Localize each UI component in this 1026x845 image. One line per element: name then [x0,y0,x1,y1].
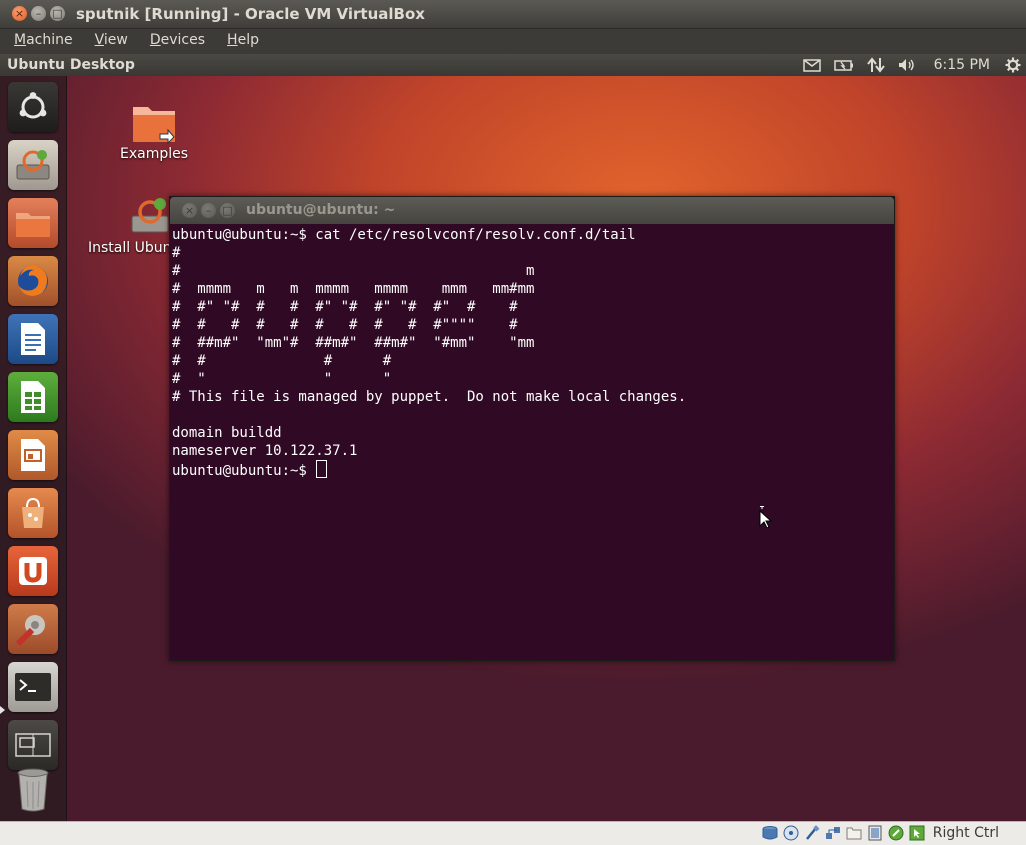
menu-machine-mnemonic: M [14,32,27,48]
terminal-titlebar[interactable]: × – □ ubuntu@ubuntu: ~ [170,197,894,224]
hard-disk-icon[interactable] [761,825,779,841]
mouse-integration-icon[interactable] [908,825,926,841]
terminal-line: ubuntu@ubuntu:~$ cat /etc/resolvconf/res… [172,227,636,243]
terminal-prompt: ubuntu@ubuntu:~$ [172,463,316,479]
terminal-icon[interactable] [8,662,58,712]
software-center-icon[interactable] [8,488,58,538]
desktop-icon-examples[interactable]: Examples [112,102,196,162]
terminal-line: # ##m#" "mm"# ##m#" ##m#" "#mm" "mm [172,335,535,351]
terminal-line: domain buildd [172,425,282,441]
menu-machine-label: achine [26,32,73,48]
system-settings-icon[interactable] [8,604,58,654]
host-window-title: sputnik [Running] - Oracle VM VirtualBox [76,5,425,23]
terminal-maximize-button[interactable]: □ [220,203,235,218]
optical-disk-icon[interactable] [782,825,800,841]
ubuntu-installer-icon[interactable] [8,140,58,190]
terminal-line: # " " " [172,371,392,387]
dash-home-icon[interactable] [8,82,58,132]
system-tray: 6:15 PM [796,54,1026,76]
host-window-controls: × – □ [12,6,65,21]
terminal-line: # m [172,263,535,279]
terminal-line: # # # # # # # # # #"""" # [172,317,518,333]
libreoffice-writer-icon[interactable] [8,314,58,364]
libreoffice-calc-icon[interactable] [8,372,58,422]
network-arrows-icon[interactable] [860,54,892,76]
video-capture-icon[interactable] [866,825,884,841]
menu-help-mnemonic: H [227,32,238,48]
host-status-icons [761,825,926,841]
menu-help[interactable]: Help [213,29,267,53]
terminal-line: nameserver 10.122.37.1 [172,443,358,459]
examples-folder-icon [112,102,196,146]
firefox-icon[interactable] [8,256,58,306]
mail-icon[interactable] [796,54,828,76]
trash-icon[interactable] [8,764,58,814]
libreoffice-impress-icon[interactable] [8,430,58,480]
host-minimize-button[interactable]: – [31,6,46,21]
battery-icon[interactable] [828,54,860,76]
terminal-minimize-button[interactable]: – [201,203,216,218]
launcher-active-indicator [0,706,5,714]
terminal-prompt-line[interactable]: ubuntu@ubuntu:~$ [172,460,890,480]
terminal-line: # [172,245,181,261]
terminal-output[interactable]: ubuntu@ubuntu:~$ cat /etc/resolvconf/res… [172,226,890,656]
panel-app-title: Ubuntu Desktop [7,57,135,73]
host-status-bar: Right Ctrl [0,821,1026,845]
host-titlebar: × – □ sputnik [Running] - Oracle VM Virt… [0,0,1026,29]
menu-view-mnemonic: V [94,32,104,48]
terminal-line: # This file is managed by puppet. Do not… [172,389,687,405]
mouse-pointer-icon [759,506,773,532]
host-maximize-button[interactable]: □ [50,6,65,21]
power-gear-icon[interactable] [1000,54,1026,76]
ubuntu-top-panel: Ubuntu Desktop 6:15 PM [0,54,1026,76]
usb-icon[interactable] [803,825,821,841]
panel-clock[interactable]: 6:15 PM [924,57,1000,73]
menu-devices-label: evices [160,32,206,48]
guest-display[interactable]: Ubuntu Desktop 6:15 PM Examples Install … [0,54,1026,821]
volume-icon[interactable] [892,54,924,76]
menu-devices[interactable]: Devices [136,29,213,53]
unity-launcher [0,76,67,821]
files-folder-icon[interactable] [8,198,58,248]
terminal-line: # #" "# # # #" "# #" "# #" # # [172,299,518,315]
host-menubar: Machine View Devices Help [0,29,1026,53]
terminal-close-button[interactable]: × [182,203,197,218]
terminal-line: # mmmm m m mmmm mmmm mmm mm#mm [172,281,535,297]
workspace-switcher-icon[interactable] [8,720,58,770]
network-icon[interactable] [824,825,842,841]
terminal-line: # # # # [172,353,392,369]
host-close-button[interactable]: × [12,6,27,21]
desktop-icon-label: Examples [119,146,189,162]
menu-view-label: iew [103,32,128,48]
menu-machine[interactable]: Machine [0,29,81,53]
terminal-window[interactable]: × – □ ubuntu@ubuntu: ~ ubuntu@ubuntu:~$ … [169,196,895,661]
terminal-title: ubuntu@ubuntu: ~ [246,202,396,218]
shared-folder-icon[interactable] [845,825,863,841]
menu-help-label: elp [237,32,259,48]
seamless-icon[interactable] [887,825,905,841]
ubuntu-one-icon[interactable] [8,546,58,596]
terminal-cursor [316,460,328,478]
menu-view[interactable]: View [81,29,136,53]
host-key-label: Right Ctrl [932,825,999,841]
menu-devices-mnemonic: D [149,32,161,48]
terminal-window-controls: × – □ [182,203,235,218]
